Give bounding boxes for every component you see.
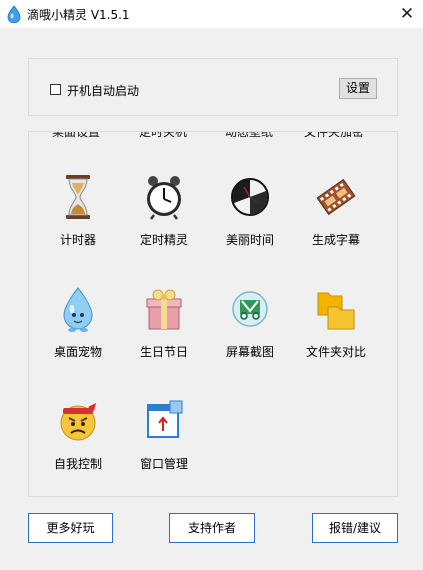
tool-label: 文件夹对比 [305, 345, 366, 359]
tool-timer[interactable]: 计时器 [34, 173, 122, 273]
wall-clock-icon [231, 178, 269, 216]
tool-window-manager[interactable]: 窗口管理 [120, 397, 208, 496]
tool-folder-compare[interactable]: 文件夹对比 [292, 285, 380, 385]
more-fun-button[interactable]: 更多好玩 [28, 513, 113, 543]
window-title: 滴哦小精灵 V1.5.1 [27, 8, 130, 22]
tool-self-control[interactable]: 自我控制 [34, 397, 122, 496]
screenshot-scissors-icon [232, 291, 268, 327]
tool-birthday-holiday[interactable]: 生日节日 [120, 285, 208, 385]
water-drop-app-icon [7, 5, 21, 23]
tool-generate-subtitles[interactable]: 生成字幕 [292, 173, 380, 273]
tool-label: 计时器 [59, 233, 96, 247]
settings-button[interactable]: 设置 [339, 78, 377, 99]
folders-icon [317, 292, 355, 330]
tool-label: 自我控制 [53, 457, 102, 471]
support-author-button[interactable]: 支持作者 [169, 513, 255, 543]
tool-label: 生日节日 [139, 345, 188, 359]
report-feedback-button[interactable]: 报错/建议 [312, 513, 398, 543]
angry-face-icon [60, 403, 96, 441]
alarm-clock-icon [147, 176, 181, 220]
tool-label: 窗口管理 [139, 457, 188, 471]
gift-box-icon [146, 289, 182, 330]
tool-alarm[interactable]: 定时精灵 [120, 173, 208, 273]
tool-label-live-wallpaper[interactable]: 动态壁纸 [214, 132, 284, 139]
tool-label: 屏幕截图 [225, 345, 274, 359]
tool-screenshot[interactable]: 屏幕截图 [206, 285, 294, 385]
tool-label-desktop-settings[interactable]: 桌面设置 [41, 132, 111, 139]
tool-label: 生成字幕 [311, 233, 360, 247]
autostart-checkbox[interactable] [50, 84, 61, 95]
tool-label-folder-encrypt[interactable]: 文件夹加密 [299, 132, 369, 139]
tool-label: 桌面宠物 [53, 345, 102, 359]
window-manager-icon [147, 400, 183, 438]
water-drop-pet-icon [63, 287, 93, 332]
film-reel-icon [316, 178, 356, 216]
tool-label: 定时精灵 [139, 233, 188, 247]
hourglass-icon [66, 175, 90, 219]
tools-panel: 桌面设置 定时关机 动态壁纸 文件夹加密 计时器 定时精灵 美丽时间 生成字幕 … [28, 131, 398, 497]
tool-label-scheduled-shutdown[interactable]: 定时关机 [128, 132, 198, 139]
tool-desktop-pet[interactable]: 桌面宠物 [34, 285, 122, 385]
autostart-label: 开机自动启动 [67, 84, 140, 98]
tool-beautiful-time[interactable]: 美丽时间 [206, 173, 294, 273]
title-bar: 滴哦小精灵 V1.5.1 ✕ [0, 0, 423, 28]
close-icon[interactable]: ✕ [391, 0, 423, 28]
tool-label: 美丽时间 [225, 233, 274, 247]
settings-group: 开机自动启动 设置 [28, 58, 398, 116]
